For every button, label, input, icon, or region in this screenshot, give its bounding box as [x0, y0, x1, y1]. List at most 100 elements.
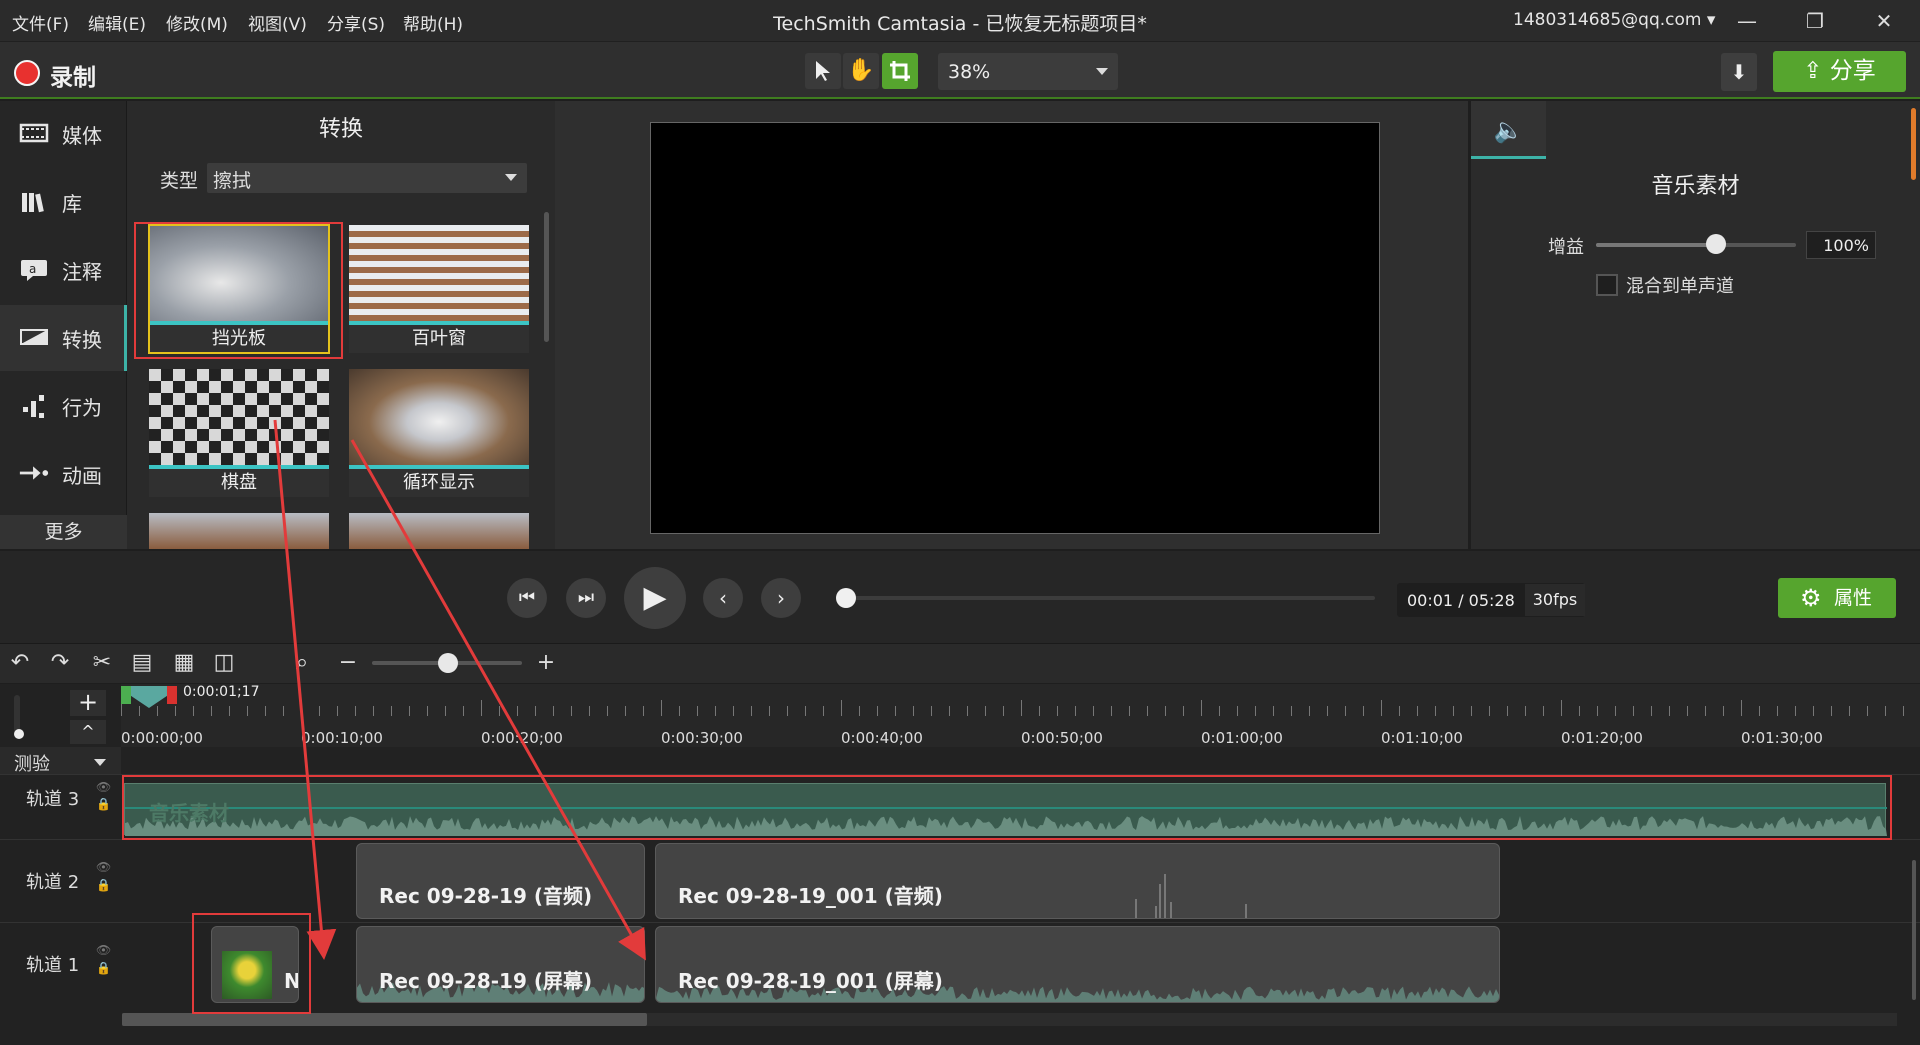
audio-clip-1[interactable]: Rec 09-28-19 (音频): [356, 843, 645, 919]
redo-icon[interactable]: ↷: [46, 650, 74, 675]
menu-edit[interactable]: 编辑(E): [88, 10, 146, 35]
zoom-select[interactable]: 38%: [938, 53, 1118, 90]
add-track-button[interactable]: +: [70, 690, 106, 716]
vertical-zoom-knob[interactable]: [14, 729, 24, 739]
clip-label: Rec 09-28-19 (音频): [379, 884, 593, 908]
zoom-in-icon[interactable]: +: [532, 650, 560, 675]
transition-thumb[interactable]: [349, 513, 529, 549]
paste-icon[interactable]: ▦: [170, 650, 198, 675]
out-marker[interactable]: [167, 686, 177, 704]
select-tool-button[interactable]: [805, 53, 841, 89]
copy-icon[interactable]: ▤: [128, 650, 156, 675]
close-button[interactable]: ✕: [1859, 4, 1909, 38]
screen-clip-1[interactable]: Rec 09-28-19 (屏幕): [356, 926, 645, 1003]
record-icon[interactable]: [14, 60, 40, 86]
properties-button[interactable]: 属性: [1778, 578, 1896, 618]
chevron-down-icon[interactable]: [94, 759, 106, 766]
nav-label: 媒体: [62, 124, 102, 148]
split-icon[interactable]: ◫: [210, 650, 238, 675]
nav-item-media[interactable]: 媒体: [0, 101, 127, 167]
eye-icon[interactable]: 👁: [96, 943, 111, 957]
step-back-button[interactable]: ⏮: [507, 578, 547, 618]
type-select[interactable]: 擦拭: [207, 163, 527, 193]
menu-help[interactable]: 帮助(H): [403, 10, 463, 35]
thumb-label: 棋盘: [149, 469, 329, 497]
chevron-down-icon: [1096, 68, 1108, 75]
zoom-out-icon[interactable]: −: [334, 650, 362, 675]
mono-label: 混合到单声道: [1626, 276, 1734, 297]
play-button[interactable]: ▶: [624, 567, 686, 629]
menu-share[interactable]: 分享(S): [327, 10, 385, 35]
step-back-icon: ⏮: [518, 587, 536, 608]
gain-slider-knob[interactable]: [1706, 234, 1726, 254]
crop-tool-button[interactable]: [882, 53, 918, 89]
minimize-button[interactable]: —: [1722, 4, 1772, 38]
pan-tool-button[interactable]: ✋: [843, 53, 879, 89]
lock-icon[interactable]: 🔒: [96, 878, 111, 892]
share-icon: ⇪: [1803, 58, 1830, 84]
video-preview[interactable]: [650, 122, 1380, 534]
left-nav: 媒体 库 a 注释 转换 行为 动画 更多: [0, 101, 127, 549]
crop-icon: [890, 61, 910, 81]
lock-icon[interactable]: 🔒: [96, 797, 111, 811]
annotation-box-music: [122, 775, 1892, 840]
download-button[interactable]: ⬇: [1721, 53, 1757, 91]
transition-thumb[interactable]: [149, 513, 329, 549]
transition-icon: [20, 329, 48, 345]
menu-modify[interactable]: 修改(M): [166, 10, 228, 35]
gain-value-field[interactable]: 100%: [1806, 231, 1876, 259]
thumbnail-image: [149, 513, 329, 549]
prev-button[interactable]: ‹: [703, 578, 743, 618]
timeline-zoom-knob[interactable]: [438, 653, 458, 673]
nav-label: 注释: [62, 260, 102, 284]
gear-icon: ⚙: [1800, 584, 1822, 612]
tick-label: 0:00:50;00: [1021, 729, 1103, 747]
screen-clip-2[interactable]: Rec 09-28-19_001 (屏幕): [655, 926, 1500, 1003]
tick-label: 0:01:10;00: [1381, 729, 1463, 747]
search-icon[interactable]: ⌕: [288, 650, 316, 675]
share-label: 分享: [1829, 58, 1876, 84]
nav-more-button[interactable]: 更多: [0, 515, 127, 549]
vertical-scrollbar[interactable]: [1912, 860, 1916, 1000]
account-menu[interactable]: 1480314685@qq.com ▾: [1513, 10, 1715, 30]
panel-scrollbar[interactable]: [544, 212, 549, 342]
tick-label: 0:00:40;00: [841, 729, 923, 747]
seek-bar[interactable]: [845, 596, 1375, 600]
nav-item-transitions[interactable]: 转换: [0, 305, 127, 371]
in-marker[interactable]: [121, 686, 131, 704]
audio-clip-2[interactable]: Rec 09-28-19_001 (音频): [655, 843, 1500, 919]
collapse-button[interactable]: ^: [70, 720, 106, 744]
chevron-left-icon: ‹: [719, 586, 727, 610]
nav-item-library[interactable]: 库: [0, 169, 127, 235]
transition-thumb[interactable]: 百叶窗: [349, 225, 529, 353]
nav-item-annotations[interactable]: a 注释: [0, 237, 127, 303]
eye-icon[interactable]: 👁: [96, 780, 111, 794]
lock-icon[interactable]: 🔒: [96, 961, 111, 975]
next-button[interactable]: ›: [761, 578, 801, 618]
seek-knob[interactable]: [836, 588, 856, 608]
mono-checkbox[interactable]: [1596, 274, 1618, 296]
annotation-box-image: [192, 913, 311, 1014]
nav-item-behaviors[interactable]: 行为: [0, 373, 127, 439]
fps-readout: 30fps: [1525, 584, 1585, 616]
horizontal-scrollbar-thumb[interactable]: [122, 1013, 647, 1026]
quiz-track-label[interactable]: 测验: [14, 750, 50, 776]
restore-button[interactable]: ❐: [1790, 4, 1840, 38]
ruler-ticks: [121, 700, 1904, 716]
step-forward-button[interactable]: ⏭: [566, 578, 606, 618]
menu-view[interactable]: 视图(V): [248, 10, 307, 35]
properties-scrollbar[interactable]: [1911, 108, 1916, 180]
cut-icon[interactable]: ✂: [88, 650, 116, 675]
record-button[interactable]: 录制: [50, 58, 96, 92]
speaker-icon: 🔈: [1493, 116, 1524, 144]
library-icon: [22, 193, 44, 213]
audio-tab[interactable]: 🔈: [1471, 101, 1546, 159]
eye-icon[interactable]: 👁: [96, 860, 111, 874]
share-button[interactable]: ⇪ 分享: [1773, 51, 1906, 92]
transition-thumb[interactable]: 棋盘: [149, 369, 329, 497]
nav-item-animations[interactable]: 动画: [0, 441, 127, 507]
transition-thumb[interactable]: 循环显示: [349, 369, 529, 497]
properties-title: 音乐素材: [1651, 174, 1740, 199]
undo-icon[interactable]: ↶: [6, 650, 34, 675]
menu-file[interactable]: 文件(F): [12, 10, 69, 35]
